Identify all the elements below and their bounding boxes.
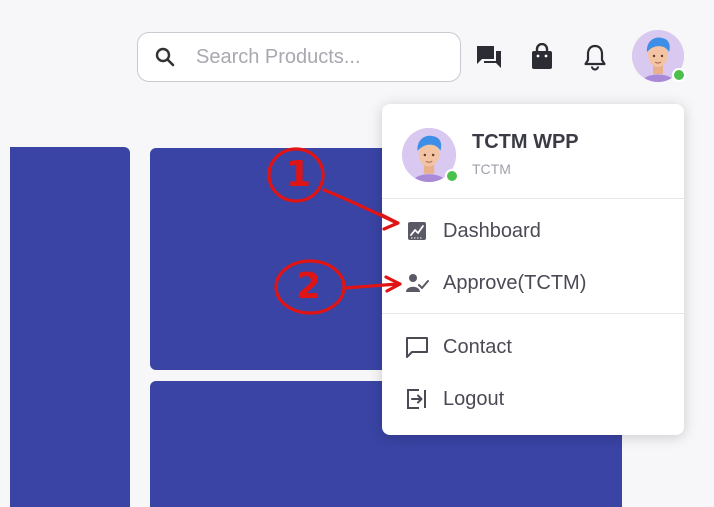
menu-divider — [382, 313, 684, 314]
online-status-dot — [672, 68, 686, 82]
annotation-number-2: 2 — [296, 266, 322, 307]
menu-item-logout[interactable]: Logout — [382, 377, 684, 421]
menu-item-label: Contact — [443, 335, 512, 358]
menu-item-contact[interactable]: Contact — [382, 325, 684, 369]
menu-item-label: Logout — [443, 387, 505, 410]
menu-item-label: Dashboard — [443, 219, 541, 242]
chat-icon[interactable] — [474, 42, 504, 72]
user-name: TCTM WPP — [472, 131, 579, 153]
user-role: TCTM — [472, 161, 511, 177]
online-status-dot — [445, 169, 459, 183]
menu-item-label: Approve(TCTM) — [443, 271, 587, 294]
annotation-number-1: 1 — [286, 154, 312, 195]
search-input[interactable] — [194, 44, 428, 70]
logout-icon — [404, 386, 430, 412]
message-square-icon — [404, 334, 430, 360]
search-icon[interactable] — [154, 46, 176, 68]
bell-icon[interactable] — [580, 42, 610, 72]
search-bar[interactable] — [137, 32, 461, 82]
menu-item-approve[interactable]: Approve(TCTM) — [382, 261, 684, 305]
user-avatar-button[interactable] — [632, 30, 686, 82]
page: TCTM WPP TCTM Dashboard — [0, 0, 714, 507]
chart-icon — [404, 218, 430, 244]
menu-divider — [382, 198, 684, 199]
user-dropdown-menu: TCTM WPP TCTM Dashboard Approve(TCTM) Co… — [382, 104, 684, 435]
content-card-left[interactable] — [10, 147, 130, 507]
user-profile-header: TCTM WPP TCTM — [382, 104, 684, 198]
avatar — [402, 128, 459, 183]
user-check-icon — [404, 270, 430, 296]
shopping-bag-icon[interactable] — [527, 42, 557, 72]
menu-item-dashboard[interactable]: Dashboard — [382, 209, 684, 253]
